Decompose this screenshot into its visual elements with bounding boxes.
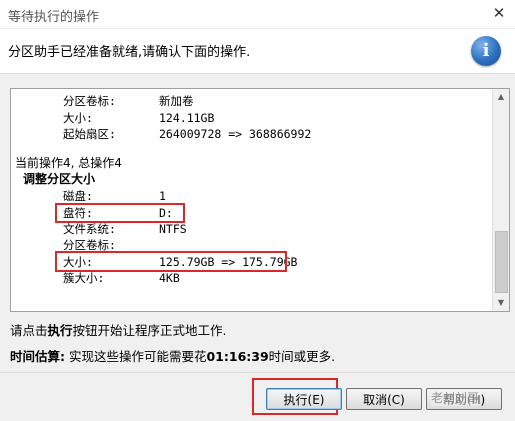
op-value: 新加卷 bbox=[159, 94, 194, 108]
scroll-thumb[interactable] bbox=[495, 231, 508, 293]
op-value: NTFS bbox=[159, 222, 187, 236]
hint-prefix: 请点击 bbox=[10, 323, 48, 338]
op-value: 1 bbox=[159, 189, 166, 203]
watermark: 老刘刘哥 bbox=[431, 389, 480, 406]
op-value: 124.11GB bbox=[159, 111, 215, 125]
close-icon[interactable]: ✕ bbox=[491, 5, 507, 21]
vertical-scrollbar[interactable]: ▲ ▼ bbox=[492, 89, 509, 311]
scroll-down-icon[interactable]: ▼ bbox=[493, 295, 509, 311]
dialog-window: 等待执行的操作 ✕ 分区助手已经准备就绪,请确认下面的操作. i 分区卷标: 新… bbox=[0, 0, 515, 421]
list-item: 磁盘: 1 bbox=[11, 188, 491, 204]
execute-button[interactable]: 执行(E) bbox=[266, 388, 342, 410]
op-label: 文件系统: bbox=[63, 222, 116, 236]
op-value: 264009728 => 368866992 bbox=[159, 127, 312, 141]
hint-text: 请点击执行按钮开始让程序正式地工作. bbox=[10, 320, 227, 339]
hint-bold: 执行 bbox=[47, 323, 73, 338]
list-item: 文件系统: NTFS bbox=[11, 221, 491, 237]
list-item: 簇大小: 4KB bbox=[11, 270, 491, 286]
header-message: 分区助手已经准备就绪,请确认下面的操作. bbox=[8, 45, 251, 60]
estimate-text: 实现这些操作可能需要花 bbox=[65, 349, 207, 364]
estimate-suffix: 时间或更多. bbox=[268, 349, 336, 364]
list-item: 起始扇区: 264009728 => 368866992 bbox=[11, 126, 491, 142]
scroll-up-icon[interactable]: ▲ bbox=[493, 89, 509, 105]
operation-list[interactable]: 分区卷标: 新加卷 大小: 124.11GB 起始扇区: 264009728 =… bbox=[10, 88, 510, 312]
op-label: 磁盘: bbox=[63, 189, 93, 203]
cancel-button[interactable]: 取消(C) bbox=[346, 388, 422, 410]
size-highlight bbox=[55, 251, 287, 272]
window-title: 等待执行的操作 bbox=[8, 10, 100, 25]
op-label: 起始扇区: bbox=[63, 127, 116, 141]
time-estimate: 时间估算: 实现这些操作可能需要花01:16:39时间或更多. bbox=[10, 346, 335, 365]
estimate-label: 时间估算: bbox=[10, 349, 65, 364]
list-item: 分区卷标: 新加卷 bbox=[11, 93, 491, 109]
info-icon: i bbox=[471, 36, 501, 66]
op-label: 簇大小: bbox=[63, 271, 105, 285]
list-item: 大小: 124.11GB bbox=[11, 110, 491, 126]
header-banner: 分区助手已经准备就绪,请确认下面的操作. i bbox=[0, 29, 515, 74]
drive-letter-highlight bbox=[55, 203, 185, 223]
footer-divider bbox=[0, 372, 515, 373]
title-bar: 等待执行的操作 ✕ bbox=[0, 0, 515, 29]
op-label: 大小: bbox=[63, 111, 93, 125]
op-label: 分区卷标: bbox=[63, 94, 116, 108]
op-value: 4KB bbox=[159, 271, 180, 285]
operation-title: 调整分区大小 bbox=[23, 172, 96, 186]
hint-suffix: 按钮开始让程序正式地工作. bbox=[72, 323, 227, 338]
operation-status: 当前操作4, 总操作4 bbox=[15, 156, 122, 170]
estimate-time: 01:16:39 bbox=[206, 349, 269, 364]
